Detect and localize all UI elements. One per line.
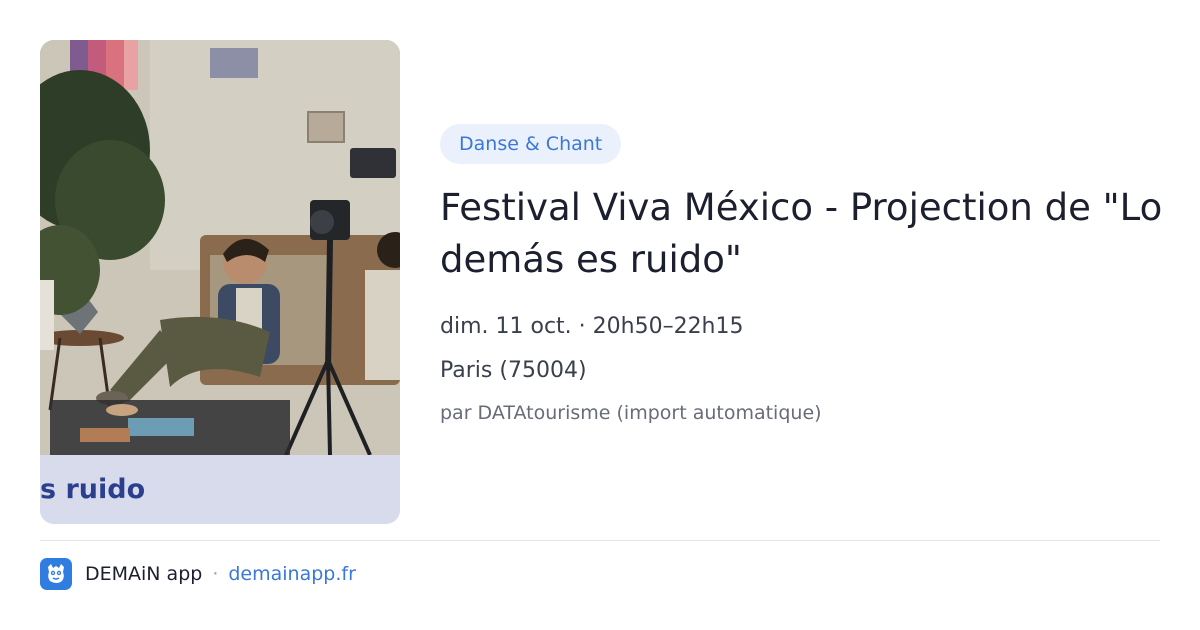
site-domain-link[interactable]: demainapp.fr <box>228 563 356 585</box>
event-poster-image: s ruido <box>40 40 400 524</box>
demain-app-icon <box>40 558 72 590</box>
event-source: par DATAtourisme (import automatique) <box>440 402 822 424</box>
event-title[interactable]: Festival Viva México - Projection de "Lo… <box>440 182 1170 286</box>
app-name: DEMAiN app <box>85 563 203 585</box>
poster-title-fragment: s ruido <box>40 474 146 505</box>
category-tag[interactable]: Danse & Chant <box>440 124 622 164</box>
link-preview-card[interactable]: s ruido Danse & Chant Festival Viva Méxi… <box>0 0 1200 630</box>
footer: DEMAiN app · demainapp.fr <box>40 558 356 590</box>
poster-photo <box>40 40 400 456</box>
footer-divider <box>40 540 1160 541</box>
footer-separator: · <box>212 563 219 585</box>
event-location: Paris (75004) <box>440 358 587 383</box>
event-datetime: dim. 11 oct. · 20h50–22h15 <box>440 314 744 339</box>
